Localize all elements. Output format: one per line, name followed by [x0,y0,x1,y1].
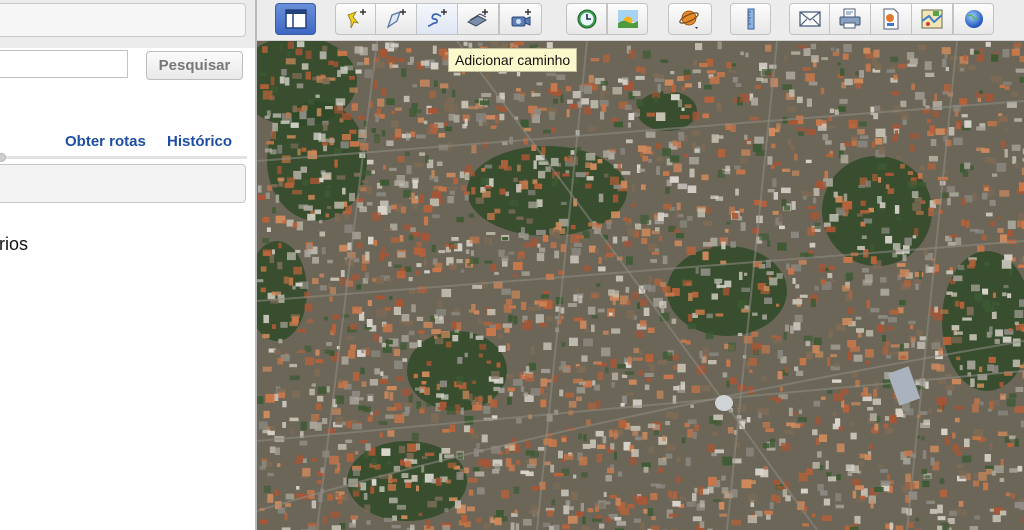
envelope-icon [798,11,821,27]
camera-icon [511,9,531,27]
add-placemark-button[interactable] [335,3,376,35]
search-input[interactable] [0,50,128,78]
path-icon [427,9,447,27]
places-panel-header[interactable] [0,164,246,203]
add-path-button[interactable] [417,3,458,35]
search-button[interactable]: Pesquisar [146,51,243,80]
save-image-icon [883,8,899,30]
sidebar-toggle-button[interactable] [275,3,316,35]
history-link[interactable]: Histórico [167,133,232,150]
clock-icon [577,9,596,29]
tooltip: Adicionar caminho [448,48,578,72]
printer-icon [839,8,861,29]
sunrise-icon [617,10,638,28]
planet-icon [679,10,699,29]
google-earth-button[interactable] [953,3,994,35]
print-button[interactable] [830,3,871,35]
map-icon [921,9,943,29]
ruler-icon [747,8,754,30]
toolbar [257,0,1024,41]
add-polygon-button[interactable] [376,3,417,35]
view-in-maps-button[interactable] [912,3,953,35]
add-image-overlay-button[interactable] [458,3,499,35]
historical-imagery-button[interactable] [566,3,607,35]
save-image-button[interactable] [871,3,912,35]
satellite-imagery [257,41,1024,530]
sidebar-panel: Pesquisar Obter rotas Histórico rios [0,0,255,530]
globe-icon [964,10,983,28]
satellite-map-view[interactable] [257,41,1024,530]
splitter-track [0,156,247,159]
image-overlay-icon [466,9,488,27]
record-tour-button[interactable] [499,3,542,35]
places-item-label: rios [0,234,29,254]
switch-planet-button[interactable] [668,3,712,35]
places-header-field[interactable] [0,3,246,37]
pushpin-icon [346,9,366,29]
ruler-button[interactable] [730,3,771,35]
sidebar-icon [284,9,307,29]
sun-button[interactable] [607,3,648,35]
splitter-handle[interactable] [0,153,6,162]
get-directions-link[interactable]: Obter rotas [65,133,146,150]
polygon-icon [386,9,406,29]
email-button[interactable] [789,3,830,35]
